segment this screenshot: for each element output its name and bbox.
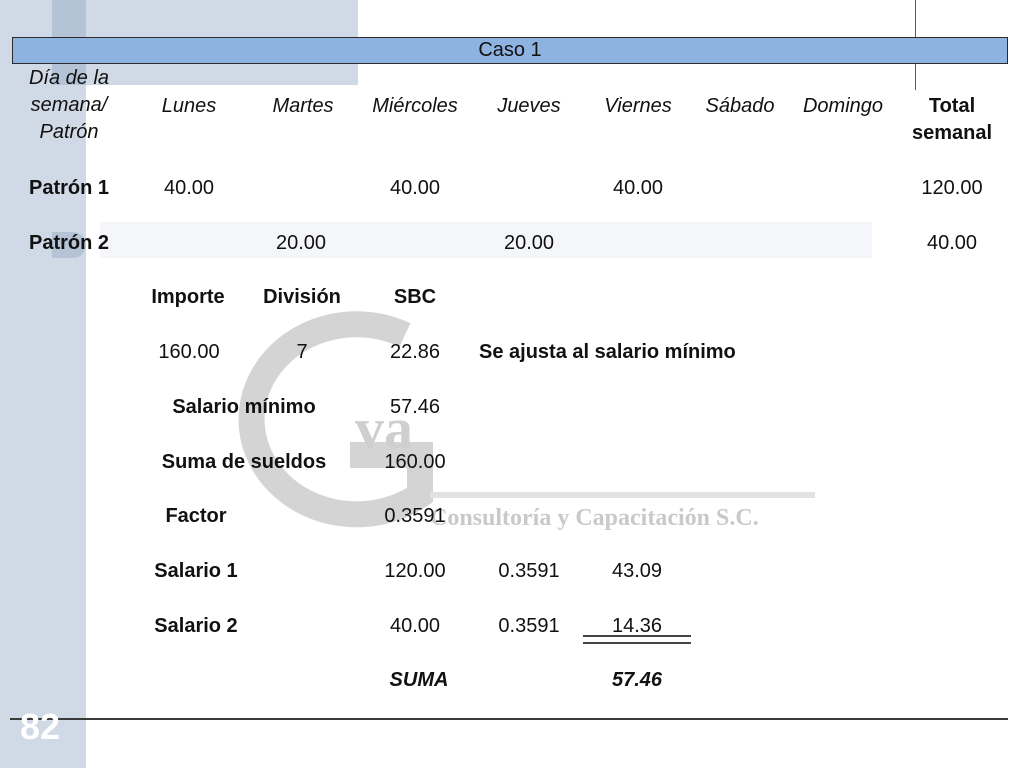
row-patron1-miercoles: 40.00 [389, 177, 441, 199]
header-total-line1: Total [928, 95, 976, 117]
suma-label: SUMA [389, 669, 449, 691]
row-patron2-jueves: 20.00 [503, 232, 555, 254]
header-day-patron-line2: semana/ [30, 94, 108, 116]
calc-sbc-value: 22.86 [389, 341, 441, 363]
row-patron1-viernes: 40.00 [612, 177, 664, 199]
salario2-factor: 0.3591 [498, 615, 560, 637]
header-viernes: Viernes [604, 95, 672, 117]
row-patron2-total: 40.00 [926, 232, 978, 254]
header-miercoles: Miércoles [372, 95, 458, 117]
watermark-logo-icon [238, 311, 815, 528]
salario-minimo-value: 57.46 [389, 396, 441, 418]
page-number: 82 [20, 706, 61, 747]
header-day-patron: Día de la semana/ Patrón [29, 65, 109, 146]
salario1-result: 43.09 [611, 560, 663, 582]
suma-sueldos-label: Suma de sueldos [161, 451, 327, 473]
row-patron2-martes: 20.00 [275, 232, 327, 254]
salario1-base: 120.00 [384, 560, 446, 582]
header-total-semanal: Total semanal [912, 93, 992, 147]
calc-importe-label: Importe [151, 286, 225, 308]
watermark-company: Consultoría y Capacitación S.C. [430, 505, 759, 531]
calc-sbc-label: SBC [393, 286, 437, 308]
calc-division-label: División [263, 286, 341, 308]
total-double-underline [583, 635, 691, 644]
salario2-label: Salario 2 [154, 615, 238, 637]
header-domingo: Domingo [802, 95, 884, 117]
header-day-patron-line3: Patrón [39, 121, 99, 143]
row-patron1-label: Patrón 1 [28, 177, 110, 199]
row-patron2-label: Patrón 2 [28, 232, 110, 254]
calc-note: Se ajusta al salario mínimo [479, 341, 736, 363]
salario1-label: Salario 1 [154, 560, 238, 582]
header-total-line2: semanal [911, 122, 993, 144]
header-jueves: Jueves [497, 95, 561, 117]
calc-division-value: 7 [296, 341, 308, 363]
factor-label: Factor [165, 505, 227, 527]
suma-sueldos-value: 160.00 [384, 451, 446, 473]
header-lunes: Lunes [161, 95, 217, 117]
salario2-base: 40.00 [389, 615, 441, 637]
row-patron1-lunes: 40.00 [163, 177, 215, 199]
factor-value: 0.3591 [384, 505, 446, 527]
salario-minimo-label: Salario mínimo [172, 396, 316, 418]
salario1-factor: 0.3591 [498, 560, 560, 582]
header-martes: Martes [272, 95, 334, 117]
header-day-patron-line1: Día de la [28, 67, 110, 89]
suma-value: 57.46 [611, 669, 663, 691]
header-sabado: Sábado [705, 95, 775, 117]
table-title-bar: Caso 1 [12, 37, 1008, 64]
row-highlight-band [100, 222, 872, 258]
row-patron1-total: 120.00 [921, 177, 983, 199]
calc-importe-value: 160.00 [158, 341, 220, 363]
table-title: Caso 1 [478, 39, 542, 61]
footer-rule [10, 718, 1008, 720]
